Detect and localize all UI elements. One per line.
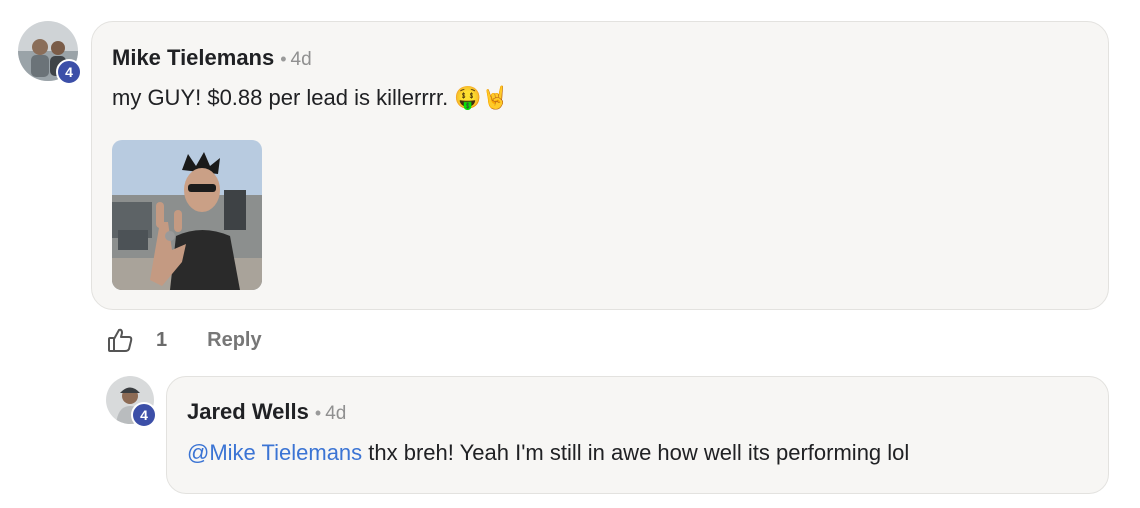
reply-time[interactable]: 4d (325, 403, 346, 424)
like-thumbs-up-icon[interactable] (106, 326, 134, 354)
mention-link[interactable]: @Mike Tielemans (187, 440, 362, 465)
comment-gif[interactable] (112, 140, 262, 290)
comment-avatar-wrap[interactable]: 4 (18, 21, 82, 85)
comment-text-row: my GUY! $0.88 per lead is killerrrr. 🤑🤘 (112, 85, 509, 111)
reply-header: Jared Wells • 4d (187, 399, 346, 425)
reply-text-row: @Mike Tielemans thx breh! Yeah I'm still… (187, 440, 909, 466)
like-count: 1 (156, 328, 168, 351)
rock-on-gif-image[interactable] (112, 140, 262, 290)
level-badge: 4 (56, 59, 82, 85)
reply-text: thx breh! Yeah I'm still in awe how well… (362, 440, 910, 465)
separator-dot: • (314, 403, 322, 423)
comment-header: Mike Tielemans • 4d (112, 45, 312, 71)
reply-button[interactable]: Reply (207, 329, 261, 352)
comment-actions: 1 Reply (106, 325, 262, 355)
comment-author[interactable]: Mike Tielemans (112, 45, 274, 70)
separator-dot: • (280, 49, 287, 69)
comment-time[interactable]: 4d (291, 49, 312, 70)
emoji-money-mouth-rock-icon: 🤑🤘 (454, 85, 510, 110)
reply-avatar-wrap[interactable]: 4 (106, 376, 157, 428)
reply-author[interactable]: Jared Wells (187, 399, 309, 424)
reply-bubble: Jared Wells • 4d @Mike Tielemans thx breh!… (166, 376, 1109, 494)
comment-text: my GUY! $0.88 per lead is killerrrr. (112, 85, 449, 110)
level-badge: 4 (131, 402, 157, 428)
comment-bubble: Mike Tielemans • 4d my GUY! $0.88 per lead… (91, 21, 1109, 310)
